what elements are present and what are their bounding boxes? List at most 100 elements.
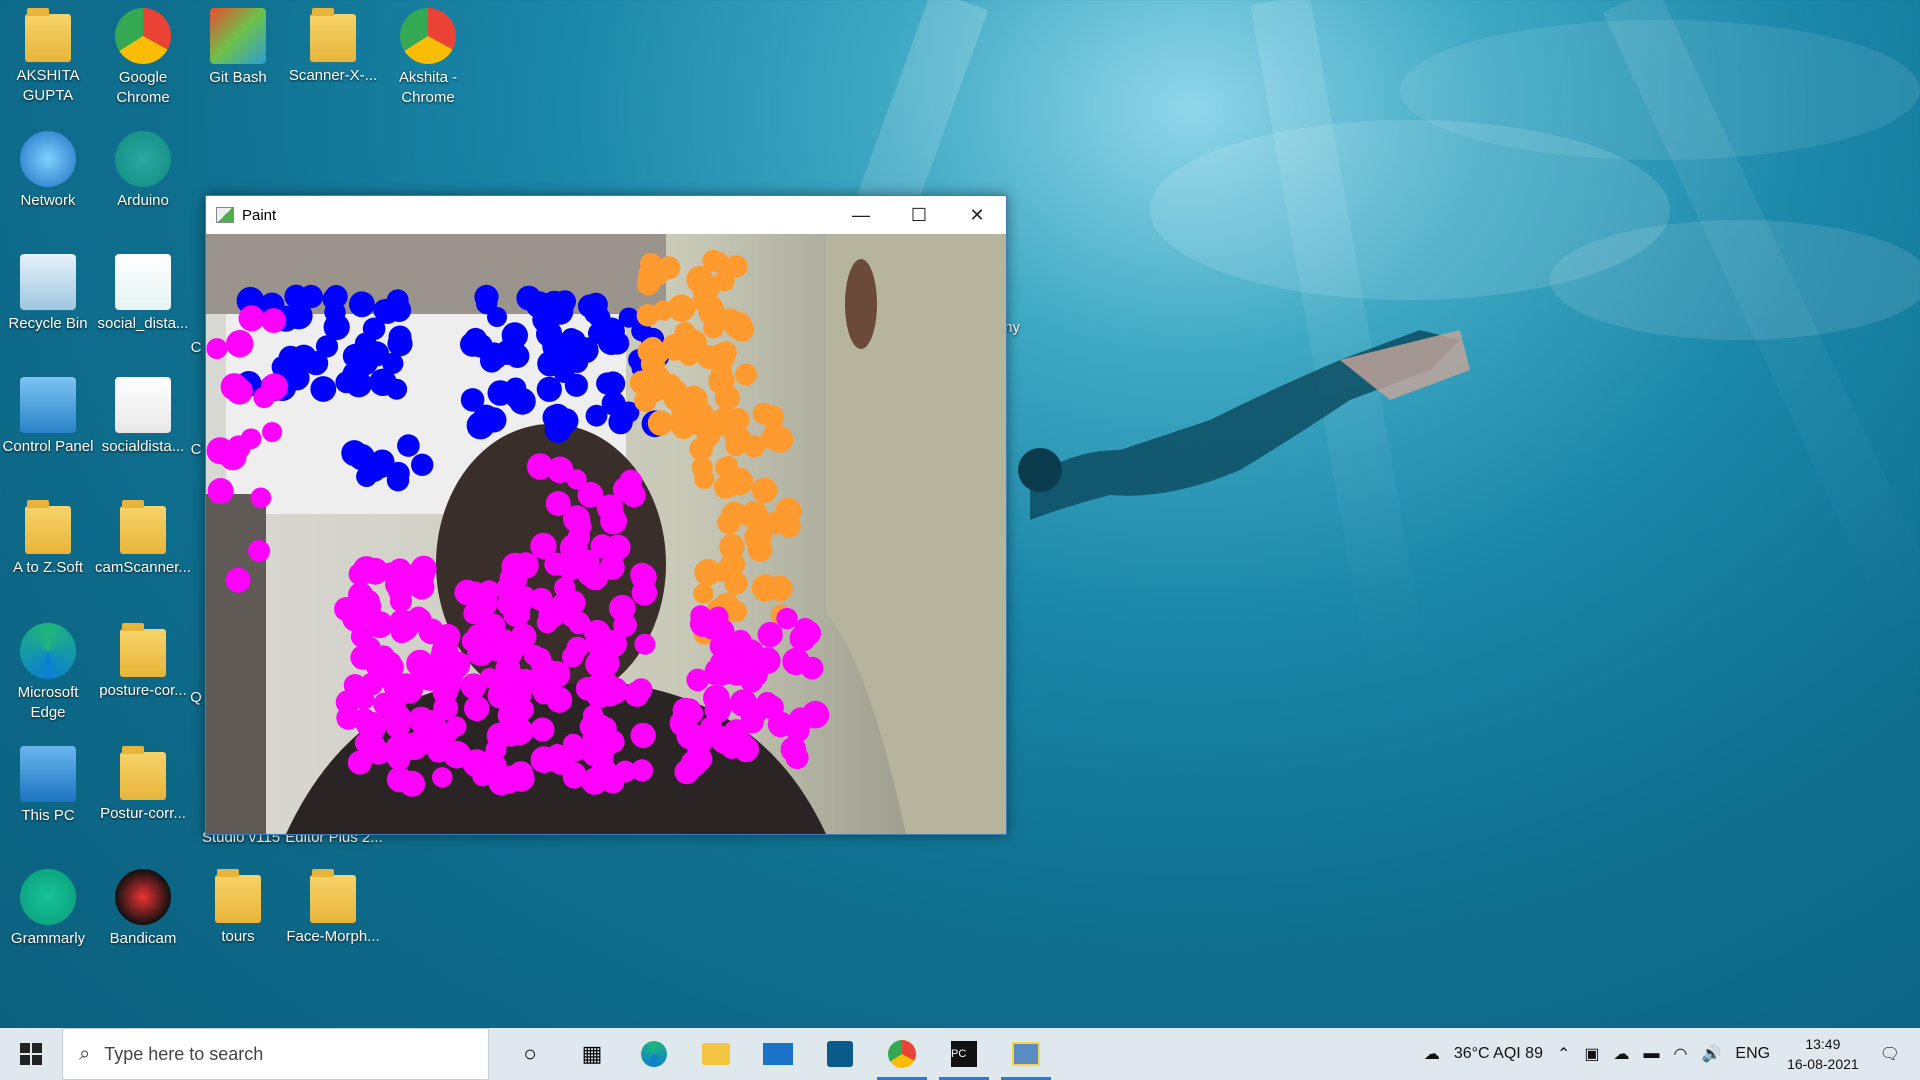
mail-icon[interactable] (747, 1028, 809, 1080)
magenta-dot (400, 732, 428, 761)
desktop-icon-akshita-gupta[interactable]: AKSHITA GUPTA (0, 0, 96, 106)
grammarly-icon (20, 869, 76, 925)
desktop-icon-akshita-chrome[interactable]: Akshita - Chrome (380, 0, 476, 108)
edge-taskbar-icon[interactable] (623, 1028, 685, 1080)
orange-dot (760, 405, 785, 429)
clock-time: 13:49 (1805, 1036, 1841, 1052)
battery-icon[interactable]: ▬ (1644, 1045, 1660, 1063)
desktop-icon-label: Akshita - Chrome (398, 69, 458, 106)
webcam-drawing[interactable] (206, 234, 1006, 834)
desktop-icon-grammarly[interactable]: Grammarly (0, 861, 96, 949)
search-placeholder: Type here to search (104, 1043, 264, 1064)
desktop-icon-face-morph[interactable]: Face-Morph... (285, 861, 381, 947)
desktop-icon-label: Face-Morph... (286, 928, 380, 945)
file-explorer-icon[interactable] (685, 1028, 747, 1080)
magenta-dot (530, 717, 555, 742)
magenta-dot (434, 737, 458, 761)
magenta-dot (225, 448, 246, 469)
orange-dot (747, 537, 773, 562)
desktop-icon-google-chrome[interactable]: Google Chrome (95, 0, 191, 108)
magenta-dot (226, 330, 254, 358)
dell-icon[interactable] (809, 1028, 871, 1080)
magenta-dot (352, 556, 381, 584)
task-view-icon[interactable]: ▦ (561, 1028, 623, 1080)
paint-window[interactable]: Paint — ☐ ✕ (205, 195, 1007, 835)
close-button[interactable]: ✕ (948, 196, 1006, 234)
desktop-icon-control-panel[interactable]: Control Panel (0, 369, 96, 457)
desktop-icon-microsoft-edge[interactable]: Microsoft Edge (0, 615, 96, 723)
magenta-dot (582, 705, 604, 726)
windows-logo-icon (20, 1043, 42, 1065)
minimize-button[interactable]: — (832, 196, 890, 234)
desktop-icon-label: Git Bash (209, 69, 267, 86)
desktop-icon-arduino[interactable]: Arduino (95, 123, 191, 211)
search-input[interactable]: ⌕ Type here to search (62, 1028, 489, 1080)
partial-label-c1: C (190, 339, 202, 356)
blue-dot (310, 376, 337, 402)
chrome-taskbar-icon[interactable] (871, 1028, 933, 1080)
weather-text[interactable]: 36°C AQI 89 (1454, 1045, 1543, 1063)
weather-icon[interactable]: ☁ (1424, 1044, 1440, 1064)
git-bash-icon (210, 8, 266, 64)
folder-icon (215, 869, 261, 923)
blue-dot (476, 292, 498, 315)
desktop-icon-network[interactable]: Network (0, 123, 96, 211)
desktop-icon-a-to-z-soft[interactable]: A to Z.Soft (0, 492, 96, 578)
blue-dot (516, 285, 542, 311)
desktop-icon-git-bash[interactable]: Git Bash (190, 0, 286, 88)
pycharm-icon[interactable]: PC (933, 1028, 995, 1080)
desktop-icon-posture-cor[interactable]: posture-cor... (95, 615, 191, 701)
notification-icon[interactable]: 🗨 (1880, 1044, 1900, 1064)
onedrive-icon[interactable]: ☁ (1614, 1044, 1630, 1064)
magenta-dot (499, 564, 528, 593)
maximize-button[interactable]: ☐ (890, 196, 948, 234)
blue-dot (564, 373, 588, 397)
magenta-dot (723, 719, 749, 745)
magenta-dot (379, 654, 404, 680)
magenta-dot (704, 664, 725, 685)
magenta-dot (538, 601, 565, 629)
blue-dot (601, 391, 626, 416)
orange-dot (692, 291, 713, 312)
magenta-dot (253, 386, 275, 409)
orange-dot (719, 533, 745, 560)
desktop-icon-scanner-x[interactable]: Scanner-X-... (285, 0, 381, 86)
partial-label-q: Q (190, 689, 202, 706)
desktop-icon-socialdista[interactable]: socialdista... (95, 369, 191, 457)
desktop-icon-tours[interactable]: tours (190, 861, 286, 947)
paint-canvas[interactable] (206, 234, 1006, 834)
desktop-icon-bandicam[interactable]: Bandicam (95, 861, 191, 949)
chevron-up-icon[interactable]: ⌃ (1557, 1044, 1570, 1064)
orange-dot (694, 468, 715, 489)
language-indicator[interactable]: ENG (1735, 1045, 1770, 1063)
blue-dot (411, 453, 434, 476)
magenta-dot (757, 622, 783, 648)
desktop-icon-this-pc[interactable]: This PC (0, 738, 96, 826)
orange-dot (637, 340, 660, 363)
desktop-icon-postur-corr[interactable]: Postur-corr... (95, 738, 191, 824)
desktop-icon-camscanner[interactable]: camScanner... (95, 492, 191, 578)
magenta-dot (562, 766, 586, 789)
desktop-icon-label: posture-cor... (99, 682, 187, 699)
magenta-dot (530, 532, 557, 560)
desktop-icon-label: Bandicam (109, 930, 177, 947)
orange-dot (777, 514, 801, 538)
clock[interactable]: 13:49 16-08-2021 (1787, 1034, 1859, 1074)
python-window-icon[interactable] (995, 1028, 1057, 1080)
meet-icon[interactable]: ▣ (1584, 1044, 1599, 1064)
folder-icon (120, 500, 166, 554)
blue-dot (387, 331, 413, 357)
this-pc-icon (20, 746, 76, 802)
magenta-dot (464, 695, 490, 722)
desktop-icon-social-dista[interactable]: social_dista... (95, 246, 191, 334)
start-button[interactable] (0, 1028, 62, 1080)
magenta-dot (410, 555, 437, 582)
magenta-dot (581, 767, 609, 795)
desktop-icon-recycle-bin[interactable]: Recycle Bin (0, 246, 96, 334)
cortana-icon[interactable]: ○ (499, 1028, 561, 1080)
edge-icon (20, 623, 76, 679)
volume-icon[interactable]: 🔊 (1701, 1044, 1721, 1064)
wifi-icon[interactable]: ◠ (1674, 1044, 1688, 1064)
window-titlebar[interactable]: Paint — ☐ ✕ (206, 196, 1006, 234)
system-tray: ☁ 36°C AQI 89 ⌃ ▣ ☁ ▬ ◠ 🔊 ENG 13:49 16-0… (1417, 1028, 1920, 1080)
